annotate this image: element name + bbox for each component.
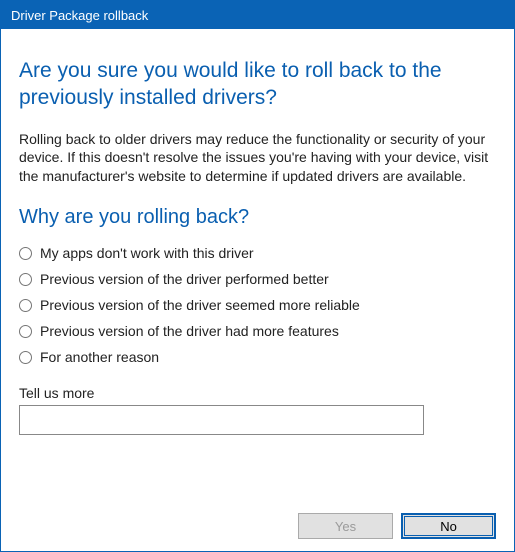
reason-label: For another reason: [40, 349, 159, 365]
reason-label: My apps don't work with this driver: [40, 245, 254, 261]
reason-option[interactable]: Previous version of the driver had more …: [19, 323, 496, 339]
reason-radio-performed-better[interactable]: [19, 273, 32, 286]
dialog-window: Driver Package rollback Are you sure you…: [0, 0, 515, 552]
main-heading: Are you sure you would like to roll back…: [19, 57, 496, 112]
tellus-input[interactable]: [19, 405, 424, 435]
reason-options: My apps don't work with this driver Prev…: [19, 245, 496, 365]
reason-label: Previous version of the driver performed…: [40, 271, 329, 287]
no-button[interactable]: No: [401, 513, 496, 539]
yes-button[interactable]: Yes: [298, 513, 393, 539]
reason-radio-more-features[interactable]: [19, 325, 32, 338]
reason-option[interactable]: My apps don't work with this driver: [19, 245, 496, 261]
dialog-content: Are you sure you would like to roll back…: [1, 29, 514, 551]
reason-label: Previous version of the driver seemed mo…: [40, 297, 360, 313]
reason-radio-apps[interactable]: [19, 247, 32, 260]
window-title: Driver Package rollback: [11, 8, 148, 23]
reason-radio-more-reliable[interactable]: [19, 299, 32, 312]
titlebar[interactable]: Driver Package rollback: [1, 1, 514, 29]
reason-option[interactable]: Previous version of the driver seemed mo…: [19, 297, 496, 313]
reason-option[interactable]: Previous version of the driver performed…: [19, 271, 496, 287]
reason-label: Previous version of the driver had more …: [40, 323, 339, 339]
reason-radio-another[interactable]: [19, 351, 32, 364]
reason-heading: Why are you rolling back?: [19, 206, 496, 229]
reason-option[interactable]: For another reason: [19, 349, 496, 365]
button-row: Yes No: [19, 497, 496, 539]
description-text: Rolling back to older drivers may reduce…: [19, 130, 496, 187]
tellus-label: Tell us more: [19, 385, 496, 401]
